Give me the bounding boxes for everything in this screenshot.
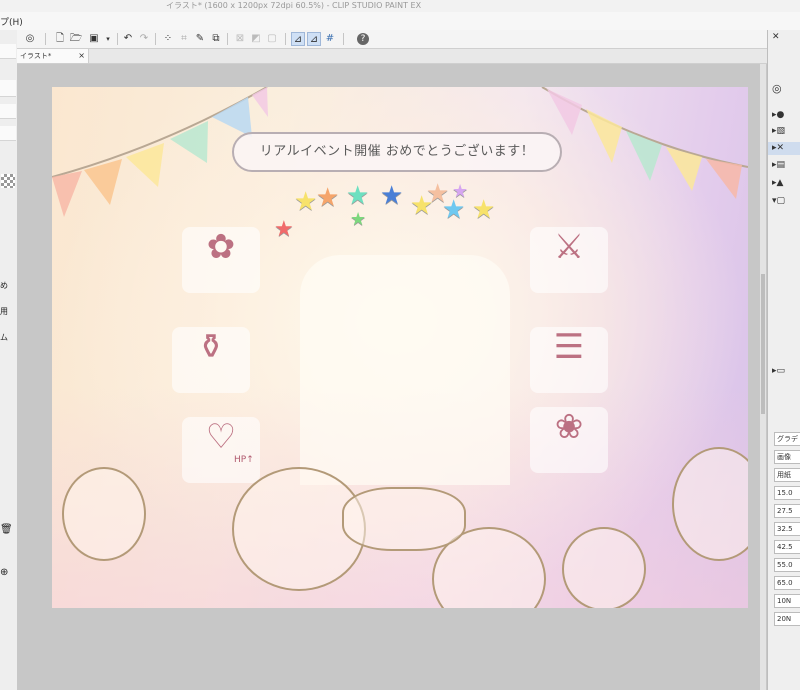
material-item[interactable]: 65.0 bbox=[774, 576, 800, 590]
banner-text: リアルイベント開催 おめでとうございます！ bbox=[259, 144, 535, 159]
left-tool-panel: め 用 ム 🗑 ⊕ bbox=[0, 30, 18, 690]
cake-icon: ☰ bbox=[553, 327, 585, 367]
material-item[interactable]: 55.0 bbox=[774, 558, 800, 572]
transform-icon[interactable]: ⧉ bbox=[209, 32, 223, 46]
command-bar: ◎ 🗋 🗁 ▣ ▾ ↶ ↷ ⁘ ⌗ ✎ ⧉ ⊠ ◩ ▢ ⊿ ⊿ # ? bbox=[17, 30, 767, 49]
left-panel-label: 用 bbox=[0, 307, 8, 316]
help-icon[interactable]: ? bbox=[357, 33, 369, 45]
layer-icon[interactable]: ▾▢ bbox=[772, 196, 785, 206]
layer-folder-icon[interactable]: ▸● bbox=[772, 110, 784, 120]
material-item[interactable]: グラデ bbox=[774, 432, 800, 446]
undo-icon[interactable]: ↶ bbox=[121, 32, 135, 46]
snap-ruler-icon[interactable]: ⊿ bbox=[291, 32, 305, 46]
material-item[interactable]: 42.5 bbox=[774, 540, 800, 554]
redo-icon[interactable]: ↷ bbox=[137, 32, 151, 46]
material-item[interactable]: 20N bbox=[774, 612, 800, 626]
character-sketches bbox=[52, 427, 748, 608]
character-sketch bbox=[672, 447, 748, 561]
right-layer-panel: ✕ ◎ ▸● ▸▧ ▸✕ ▸▤ ▸▲ ▾▢ ▸▭ グラデ 画像 用紙 15.0 … bbox=[767, 30, 800, 690]
material-item[interactable]: 15.0 bbox=[774, 486, 800, 500]
layer-icon[interactable]: ▸▤ bbox=[772, 160, 785, 170]
character-sketch bbox=[62, 467, 146, 561]
select-all-icon[interactable]: ⁘ bbox=[161, 32, 175, 46]
star-icon: ★ bbox=[346, 181, 370, 211]
left-panel-row[interactable] bbox=[0, 104, 16, 119]
celebration-banner: リアルイベント開催 おめでとうございます！ bbox=[232, 132, 562, 172]
snap-special-ruler-icon[interactable]: ⊿ bbox=[307, 32, 321, 46]
layer-icon[interactable]: ▸▭ bbox=[772, 366, 785, 376]
transparency-swatch[interactable] bbox=[1, 174, 15, 188]
left-panel-label: め bbox=[0, 281, 8, 290]
trash-icon[interactable]: 🗑 bbox=[0, 524, 13, 535]
crop-icon[interactable]: ⊠ bbox=[233, 32, 247, 46]
item-panel-bouquet: ✿ bbox=[182, 227, 260, 293]
layer-icon[interactable]: ▸▧ bbox=[772, 126, 785, 136]
item-panel-drinks: ⚱ bbox=[172, 327, 250, 393]
left-panel-row[interactable] bbox=[0, 126, 16, 141]
snap-grid-icon[interactable]: # bbox=[323, 32, 337, 46]
material-item[interactable]: 27.5 bbox=[774, 504, 800, 518]
bouquet-icon: ✿ bbox=[206, 227, 236, 267]
window-title: イラスト* (1600 x 1200px 72dpi 60.5%) - CLIP… bbox=[166, 1, 422, 10]
star-icon: ★ bbox=[442, 195, 466, 225]
item-panel-sword: ⚔ bbox=[530, 227, 608, 293]
zoom-icon[interactable]: ⊕ bbox=[0, 567, 8, 578]
document-tab-bar: イラスト* × bbox=[17, 49, 767, 64]
material-item[interactable]: 10N bbox=[774, 594, 800, 608]
save-dropdown-icon[interactable]: ▾ bbox=[101, 32, 115, 46]
close-icon[interactable]: × bbox=[78, 49, 85, 63]
star-cluster: ★ ★ ★ ★ ★ ★ ★ ★ ★ ★ ★ bbox=[274, 181, 508, 243]
star-icon: ★ bbox=[350, 209, 367, 230]
tab-label: イラスト* bbox=[20, 52, 52, 60]
pen-tool-icon[interactable]: ✎ bbox=[193, 32, 207, 46]
layer-icon[interactable]: ▸▲ bbox=[772, 178, 783, 188]
star-icon: ★ bbox=[316, 183, 340, 213]
clip-studio-icon[interactable]: ◎ bbox=[23, 32, 37, 46]
ruler-icon[interactable]: ◩ bbox=[249, 32, 263, 46]
artwork-canvas[interactable]: リアルイベント開催 おめでとうございます！ ★ ★ ★ ★ ★ ★ ★ ★ ★ … bbox=[52, 87, 748, 608]
new-file-icon[interactable]: 🗋 bbox=[53, 32, 67, 46]
layer-icon[interactable]: ▸✕ bbox=[772, 143, 784, 153]
scrollbar-thumb[interactable] bbox=[761, 274, 765, 414]
left-panel-row[interactable] bbox=[0, 44, 16, 59]
bottle-icon: ⚱ bbox=[196, 327, 226, 367]
menu-help[interactable]: プ(H) bbox=[0, 15, 23, 28]
deselect-icon[interactable]: ⌗ bbox=[177, 32, 191, 46]
star-icon: ★ bbox=[294, 187, 318, 217]
window-title-bar: イラスト* (1600 x 1200px 72dpi 60.5%) - CLIP… bbox=[0, 0, 800, 12]
menu-bar: プ(H) bbox=[0, 12, 800, 31]
item-panel-cake: ☰ bbox=[530, 327, 608, 393]
vertical-scrollbar[interactable] bbox=[760, 64, 766, 690]
left-panel-row[interactable] bbox=[0, 80, 16, 97]
material-item[interactable]: 32.5 bbox=[774, 522, 800, 536]
character-sketch bbox=[562, 527, 646, 608]
star-icon: ★ bbox=[472, 195, 496, 225]
sword-icon: ⚔ bbox=[553, 227, 585, 267]
star-icon: ★ bbox=[274, 217, 294, 242]
material-item[interactable]: 用紙 bbox=[774, 468, 800, 482]
clip-studio-icon[interactable]: ◎ bbox=[772, 82, 782, 95]
left-panel-label: ム bbox=[0, 333, 8, 342]
material-item[interactable]: 画像 bbox=[774, 450, 800, 464]
star-icon: ★ bbox=[380, 181, 404, 211]
open-file-icon[interactable]: 🗁 bbox=[69, 32, 83, 46]
frame-icon[interactable]: ▢ bbox=[265, 32, 279, 46]
tab-illustration[interactable]: イラスト* × bbox=[17, 49, 89, 63]
save-icon[interactable]: ▣ bbox=[87, 32, 101, 46]
flower-sketch bbox=[342, 487, 466, 551]
panel-close-icon[interactable]: ✕ bbox=[772, 32, 780, 42]
